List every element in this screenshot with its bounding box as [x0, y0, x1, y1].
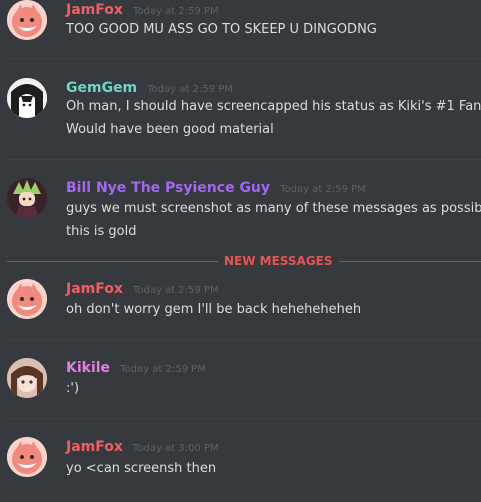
- jamfox-avatar-icon[interactable]: [7, 437, 47, 477]
- username[interactable]: JamFox: [66, 439, 123, 455]
- message-text: guys we must screenshot as many of these…: [66, 201, 481, 216]
- message-text: :'): [66, 381, 80, 396]
- message-divider: [7, 339, 481, 340]
- kikile-avatar-icon[interactable]: [7, 358, 47, 398]
- username[interactable]: GemGem: [66, 80, 137, 96]
- message-divider: [7, 497, 481, 498]
- new-messages-label: NEW MESSAGES: [218, 254, 339, 268]
- username[interactable]: Kikile: [66, 360, 110, 376]
- message-text: TOO GOOD MU ASS GO TO SKEEP U DINGODNG: [66, 22, 377, 37]
- username[interactable]: JamFox: [66, 2, 123, 18]
- message-text: yo <can screensh then: [66, 461, 217, 476]
- jamfox-avatar-icon[interactable]: [7, 279, 47, 319]
- message-text: this is gold: [66, 224, 137, 239]
- timestamp: Today at 2:59 PM: [120, 364, 206, 375]
- gemgem-avatar-icon[interactable]: [7, 78, 47, 118]
- timestamp: Today at 3:00 PM: [132, 443, 219, 454]
- message-text: Oh man, I should have screencapped his s…: [66, 99, 481, 114]
- billnye-avatar-icon[interactable]: [7, 178, 47, 218]
- timestamp: Today at 2:59 PM: [147, 84, 233, 95]
- message-divider: [7, 58, 481, 59]
- username[interactable]: JamFox: [66, 281, 123, 297]
- message-text: Would have been good material: [66, 122, 274, 137]
- timestamp: Today at 2:59 PM: [132, 285, 219, 296]
- username[interactable]: Bill Nye The Psyience Guy: [66, 180, 270, 196]
- timestamp: Today at 2:59 PM: [132, 6, 219, 17]
- chat-messages: JamFox Today at 2:59 PM TOO GOOD MU ASS …: [0, 0, 481, 502]
- timestamp: Today at 2:59 PM: [280, 184, 366, 195]
- jamfox-avatar-icon[interactable]: [7, 0, 47, 40]
- message-divider: [7, 159, 481, 160]
- message-divider: [7, 418, 481, 419]
- message-text: oh don't worry gem I'll be back hehehehe…: [66, 302, 362, 317]
